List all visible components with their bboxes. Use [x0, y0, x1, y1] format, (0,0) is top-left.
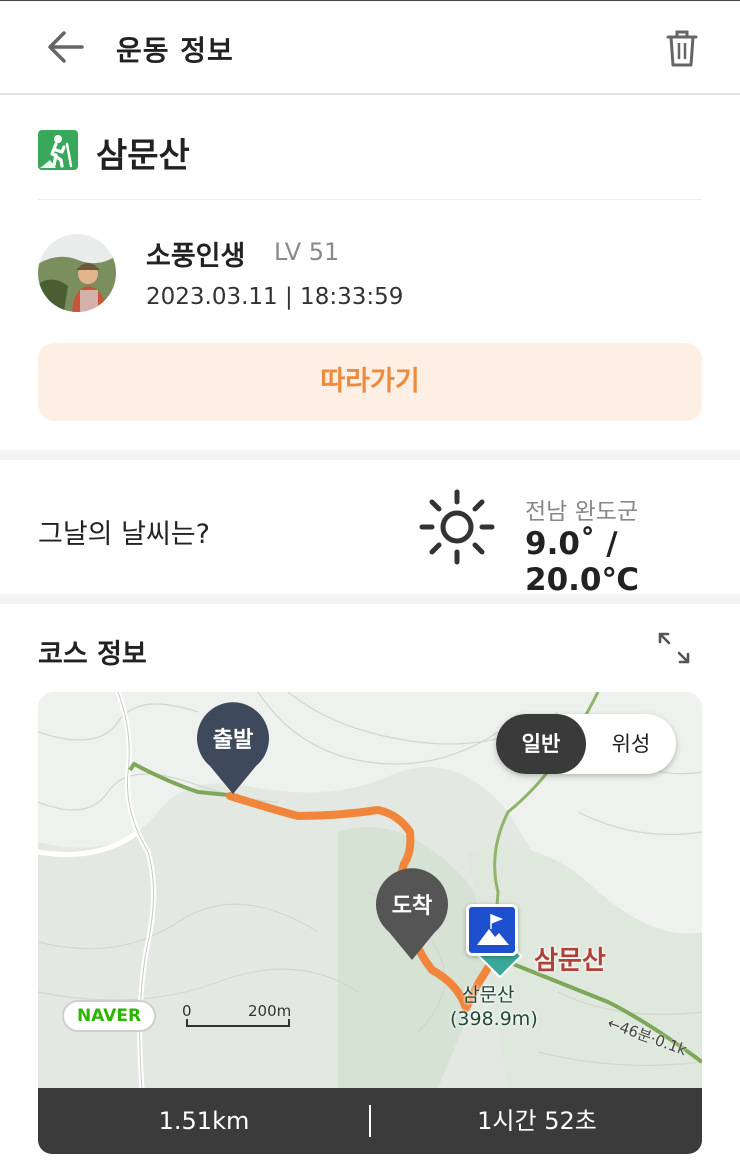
stat-divider: [369, 1105, 371, 1137]
follow-button[interactable]: 따라가기: [38, 343, 702, 421]
peak-elevation: (398.9m): [450, 1008, 538, 1030]
peak-name-small: 삼문산: [462, 984, 515, 1006]
peak-name: 삼문산: [534, 946, 606, 976]
top-app-bar: 운동 정보: [0, 0, 740, 95]
hiking-icon: [38, 130, 78, 170]
summit-flag-icon[interactable]: [466, 904, 518, 956]
activity-datetime: 2023.03.11 | 18:33:59: [146, 284, 404, 310]
course-header: 삼문산: [38, 128, 702, 176]
start-marker[interactable]: 출발: [194, 702, 272, 796]
start-label: 출발: [212, 728, 254, 753]
expand-icon: [658, 632, 690, 664]
user-name: 소풍인생: [146, 241, 246, 272]
course-title: 삼문산: [96, 136, 190, 176]
end-marker[interactable]: 도착: [373, 868, 451, 962]
expand-map-button[interactable]: [656, 630, 692, 666]
avatar[interactable]: [38, 234, 116, 312]
naver-logo: NAVER: [62, 1000, 156, 1032]
weather-region: 전남 완도군: [525, 499, 639, 525]
divider: [38, 199, 702, 200]
total-distance: 1.51km: [158, 1107, 250, 1135]
back-button[interactable]: [44, 27, 88, 67]
map-type-satellite[interactable]: 위성: [586, 714, 676, 774]
scale-bar: [186, 1019, 290, 1027]
section-divider: [0, 450, 740, 460]
arrow-left-icon: [48, 31, 84, 63]
page-title: 운동 정보: [116, 34, 234, 67]
section-divider: [0, 594, 740, 604]
map-type-toggle[interactable]: 일반 위성: [496, 714, 676, 774]
course-stats-bar: 1.51km 1시간 52초: [38, 1088, 702, 1154]
map-type-normal[interactable]: 일반: [496, 714, 586, 774]
weather-temperature: 9.0˚ / 20.0℃: [525, 526, 640, 598]
section-title: 코스 정보: [38, 639, 147, 670]
scale-distance: 200m: [248, 1002, 292, 1020]
total-duration: 1시간 52초: [477, 1107, 597, 1135]
delete-button[interactable]: [662, 27, 702, 71]
weather-question: 그날의 날씨는?: [38, 519, 210, 550]
course-map[interactable]: 일반 위성 출발 도착 삼문산 삼문산 (398.9m) ←46분·0.1k N…: [38, 692, 702, 1088]
trash-icon: [666, 30, 698, 67]
sun-icon: [418, 488, 496, 566]
user-level: LV 51: [274, 238, 340, 266]
end-label: 도착: [391, 894, 433, 919]
scale-start: 0: [182, 1002, 192, 1020]
